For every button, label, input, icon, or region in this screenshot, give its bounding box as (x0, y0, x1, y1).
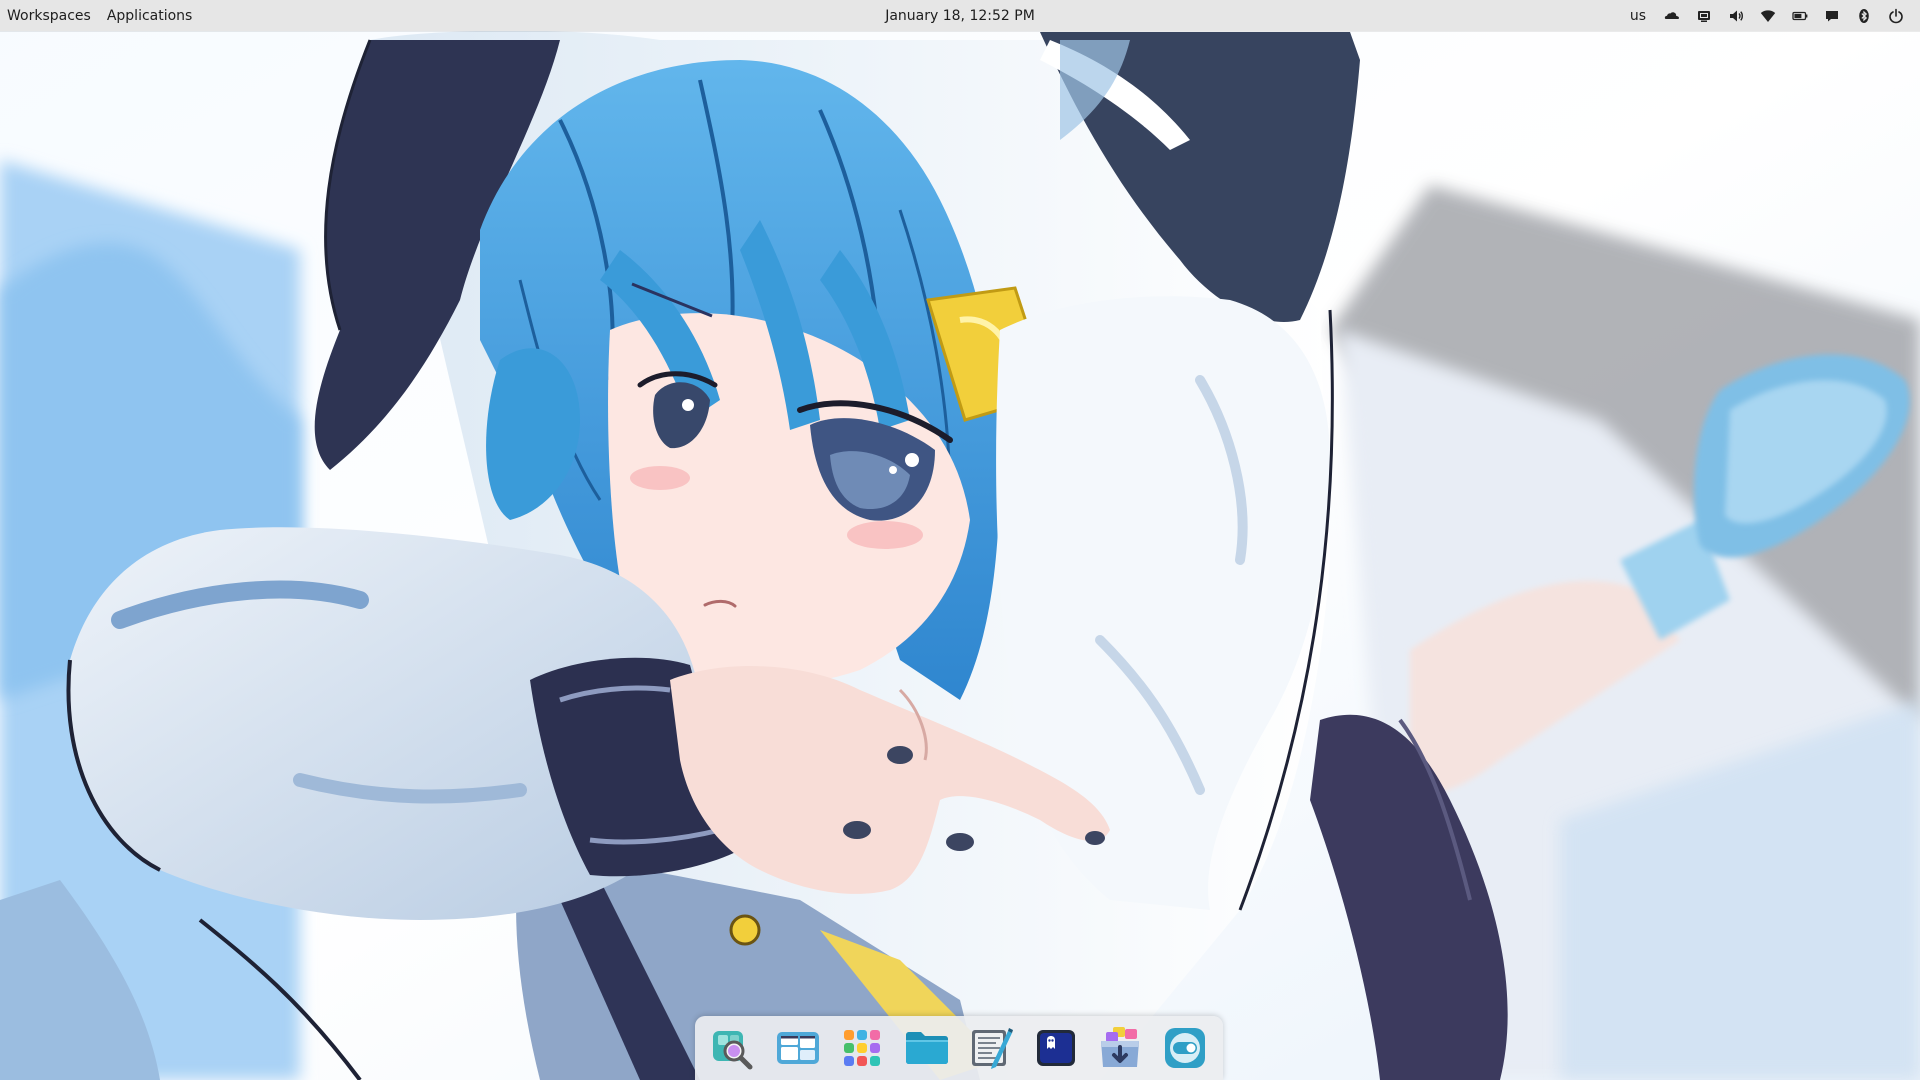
toggle-settings-icon (1162, 1025, 1208, 1071)
screen-share-icon[interactable] (1688, 0, 1720, 31)
desktop-wallpaper (0, 0, 1920, 1080)
notifications-icon[interactable] (1816, 0, 1848, 31)
volume-icon[interactable] (1720, 0, 1752, 31)
dock-item-app-grid[interactable] (836, 1022, 888, 1074)
terminal-icon (1033, 1025, 1079, 1071)
dock-item-multitasking[interactable] (772, 1022, 824, 1074)
dock-item-text-editor[interactable] (965, 1022, 1017, 1074)
cloud-icon[interactable] (1656, 0, 1688, 31)
system-tray: us (1620, 0, 1912, 31)
top-panel-left: Workspaces Applications (7, 0, 192, 31)
date-time-button[interactable]: January 18, 12:52 PM (885, 8, 1035, 24)
dock-item-settings[interactable] (1159, 1022, 1211, 1074)
top-panel: Workspaces Applications January 18, 12:5… (0, 0, 1920, 31)
applications-button[interactable]: Applications (107, 6, 193, 26)
magnifier-icon (710, 1025, 756, 1071)
wifi-icon[interactable] (1752, 0, 1784, 31)
power-icon[interactable] (1880, 0, 1912, 31)
dock-item-files[interactable] (901, 1022, 953, 1074)
folder-icon (904, 1025, 950, 1071)
dock-item-terminal[interactable] (1030, 1022, 1082, 1074)
workspaces-button[interactable]: Workspaces (7, 6, 91, 26)
windows-overview-icon (775, 1025, 821, 1071)
text-editor-icon (968, 1025, 1014, 1071)
desktop: Workspaces Applications January 18, 12:5… (0, 0, 1920, 1080)
bluetooth-icon[interactable] (1848, 0, 1880, 31)
dock-item-app-center[interactable] (1094, 1022, 1146, 1074)
app-grid-icon (839, 1025, 885, 1071)
package-download-icon (1097, 1025, 1143, 1071)
battery-icon[interactable] (1784, 0, 1816, 31)
dock (695, 1016, 1223, 1080)
dock-item-search[interactable] (707, 1022, 759, 1074)
keyboard-layout-indicator[interactable]: us (1620, 0, 1656, 31)
